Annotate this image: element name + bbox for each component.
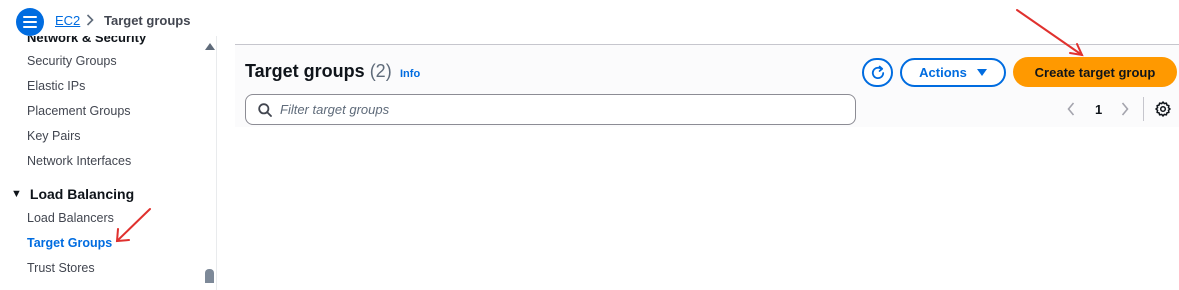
- search-icon: [258, 102, 272, 117]
- sidebar-item-elastic-ips[interactable]: Elastic IPs: [27, 79, 85, 93]
- create-target-group-label: Create target group: [1034, 64, 1156, 80]
- sidebar-section-label: Load Balancing: [29, 186, 135, 202]
- search-field[interactable]: [245, 94, 856, 125]
- info-link[interactable]: Info: [400, 68, 420, 80]
- sidebar-item-security-groups[interactable]: Security Groups: [27, 54, 117, 68]
- sidebar-item-target-groups[interactable]: Target Groups: [27, 236, 112, 250]
- sidebar-nav: Network & Security Security Groups Elast…: [0, 36, 217, 290]
- hamburger-menu-icon: [23, 16, 37, 28]
- sidebar-section-network-security[interactable]: Network & Security: [27, 36, 146, 45]
- sidebar-item-load-balancers[interactable]: Load Balancers: [27, 211, 114, 225]
- refresh-icon: [871, 65, 884, 79]
- sidebar-scrollbar-thumb[interactable]: [205, 269, 214, 283]
- page-title-count: (2): [369, 61, 392, 81]
- sidebar-item-network-interfaces[interactable]: Network Interfaces: [27, 154, 131, 168]
- sidebar-item-placement-groups[interactable]: Placement Groups: [27, 104, 131, 118]
- page-title: Target groups (2): [245, 61, 392, 82]
- chevron-left-icon[interactable]: [1067, 102, 1075, 116]
- page-title-text: Target groups: [245, 61, 365, 81]
- pager-divider: [1143, 97, 1144, 121]
- actions-button[interactable]: Actions: [900, 58, 1006, 87]
- sidebar-item-key-pairs[interactable]: Key Pairs: [27, 129, 81, 143]
- caret-down-icon: ▼: [11, 188, 22, 200]
- sidebar-item-trust-stores[interactable]: Trust Stores: [27, 261, 95, 275]
- search-input[interactable]: [280, 102, 840, 117]
- scroll-up-arrow-icon[interactable]: [205, 43, 215, 50]
- chevron-right-icon[interactable]: [1121, 102, 1129, 116]
- menu-button[interactable]: [16, 8, 44, 36]
- breadcrumb-current: Target groups: [104, 13, 191, 28]
- chevron-right-icon: [86, 14, 94, 26]
- refresh-button[interactable]: [862, 58, 893, 87]
- breadcrumb-ec2-link[interactable]: EC2: [55, 13, 80, 28]
- caret-down-icon: [976, 69, 987, 76]
- sidebar-scrollbar-track[interactable]: [216, 36, 217, 290]
- page-number[interactable]: 1: [1095, 102, 1102, 117]
- actions-button-label: Actions: [919, 65, 967, 80]
- sidebar-section-load-balancing[interactable]: ▼ Load Balancing: [11, 186, 134, 202]
- gear-icon[interactable]: [1155, 101, 1171, 117]
- create-target-group-button[interactable]: Create target group: [1013, 57, 1177, 87]
